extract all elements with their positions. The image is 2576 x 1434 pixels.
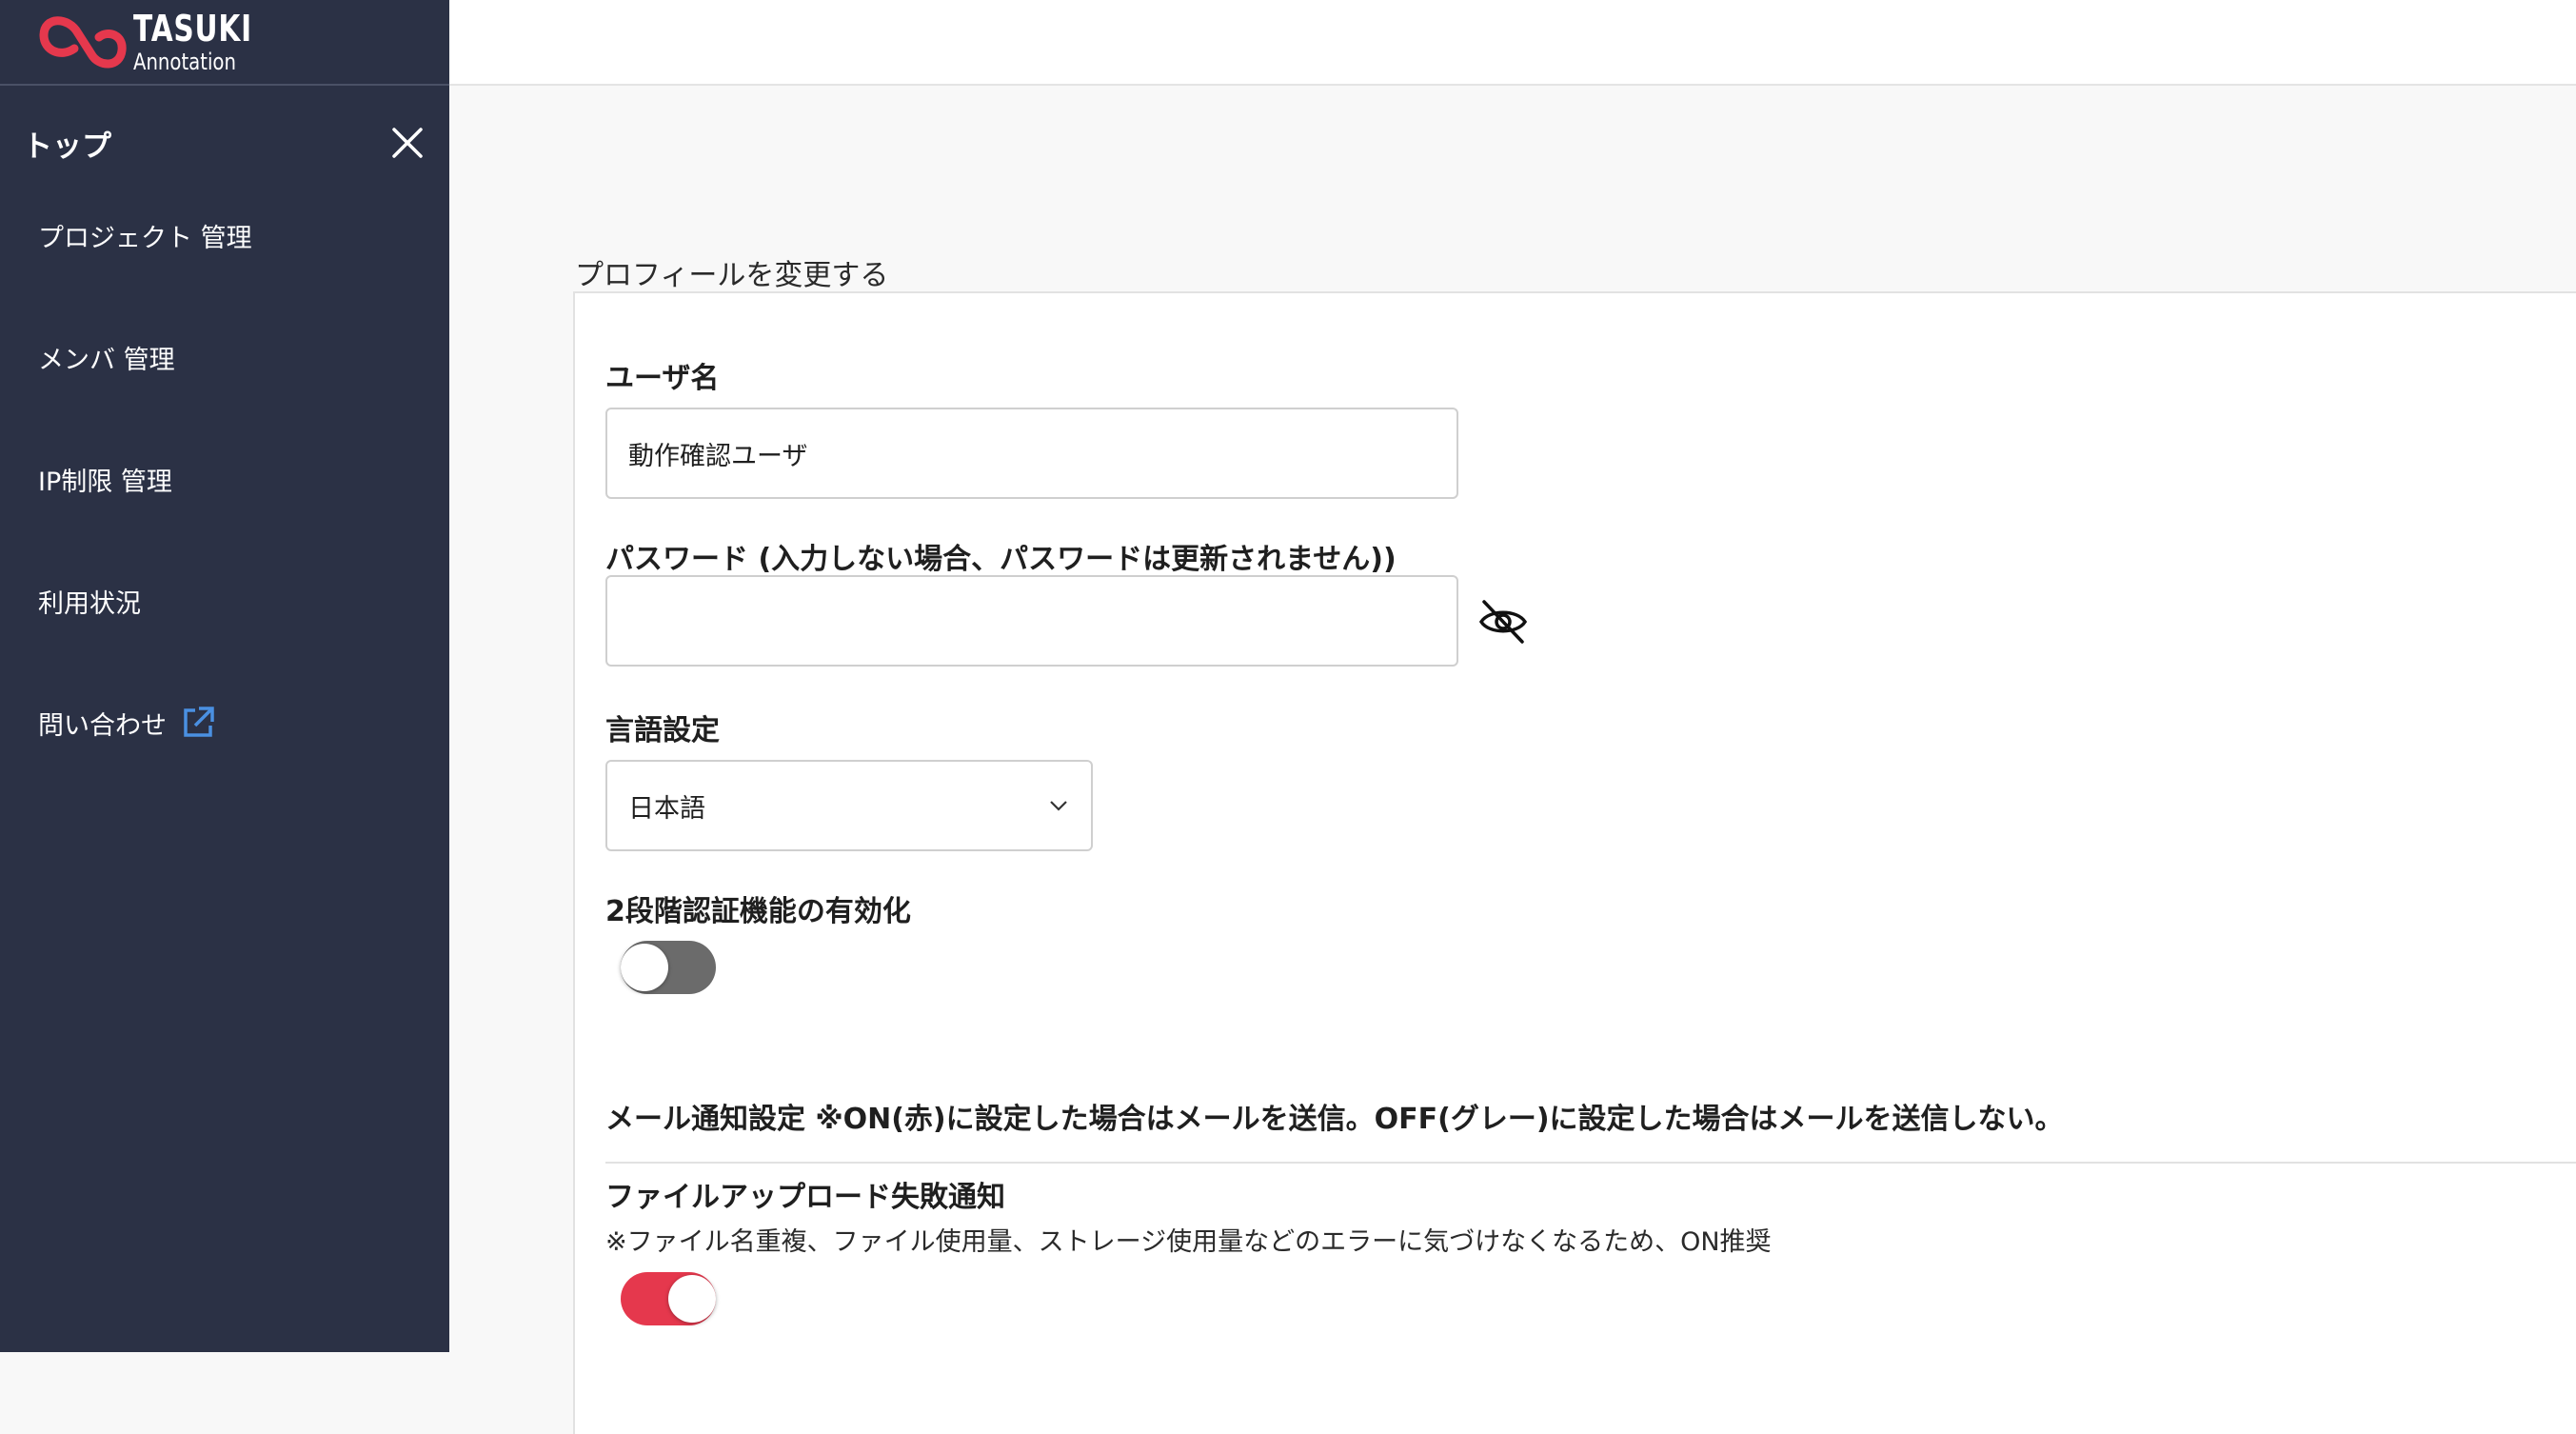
language-select[interactable]: 日本語 [605,760,1093,851]
sidebar: TASUKI Annotation トップ プロジェクト 管理 メンバ 管理 I… [0,0,449,1352]
two-factor-label: 2段階認証機能の有効化 [605,895,911,928]
username-label: ユーザ名 [605,362,720,395]
sidebar-title[interactable]: トップ [23,122,111,165]
page-title: プロフィールを変更する [575,259,889,292]
sidebar-item-projects[interactable]: プロジェクト 管理 [0,200,449,270]
eye-off-icon[interactable] [1476,594,1531,649]
sidebar-item-ip-restriction[interactable]: IP制限 管理 [0,444,449,514]
language-selected-value: 日本語 [628,793,705,824]
logo-subtitle: Annotation [133,49,236,75]
top-bar [449,0,2576,86]
divider [605,1162,2576,1164]
upload-failure-label: ファイルアップロード失敗通知 [605,1181,1005,1214]
sidebar-item-label: 問い合わせ [38,710,167,741]
close-icon[interactable] [388,124,426,162]
sidebar-item-members[interactable]: メンバ 管理 [0,322,449,392]
logo[interactable]: TASUKI Annotation [0,0,449,86]
main-content: プロフィールを変更する ユーザ名 動作確認ユーザ パスワード (入力しない場合、… [449,88,2576,1434]
profile-form-card: ユーザ名 動作確認ユーザ パスワード (入力しない場合、パスワードは更新されませ… [573,291,2576,1434]
sidebar-item-label: 利用状況 [38,588,141,619]
username-field[interactable]: 動作確認ユーザ [605,408,1458,499]
sidebar-item-usage[interactable]: 利用状況 [0,566,449,636]
mail-notification-label: メール通知設定 ※ON(赤)に設定した場合はメールを送信。OFF(グレー)に設定… [605,1103,2064,1136]
toggle-knob [621,944,668,991]
password-field[interactable] [605,575,1458,667]
chevron-down-icon [1050,801,1067,811]
sidebar-item-label: プロジェクト 管理 [38,223,252,253]
upload-failure-toggle[interactable] [621,1272,716,1325]
sidebar-item-label: メンバ 管理 [38,345,175,375]
external-link-icon [184,707,214,737]
logo-title: TASUKI [133,8,252,50]
tasuki-logo-icon [39,16,127,69]
toggle-knob [668,1275,716,1323]
username-value: 動作確認ユーザ [628,441,808,471]
password-label: パスワード (入力しない場合、パスワードは更新されません)) [605,543,1397,576]
sidebar-item-label: IP制限 管理 [38,467,172,497]
sidebar-header-row: トップ [0,86,449,200]
upload-failure-note: ※ファイル名重複、ファイル使用量、ストレージ使用量などのエラーに気づけなくなるた… [605,1227,1772,1257]
language-label: 言語設定 [605,714,720,747]
two-factor-toggle[interactable] [621,941,716,994]
sidebar-item-contact[interactable]: 問い合わせ [0,687,449,758]
